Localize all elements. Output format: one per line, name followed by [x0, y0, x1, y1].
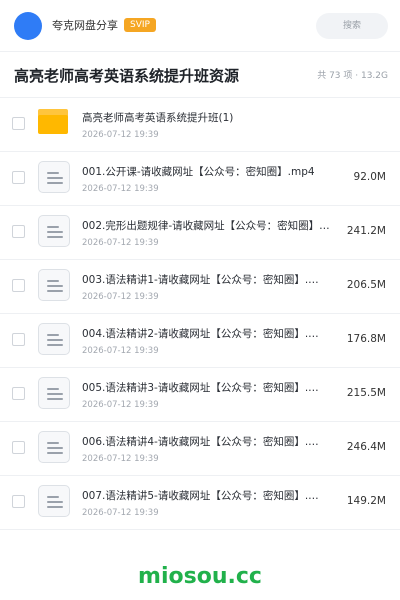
document-icon	[38, 161, 70, 193]
row-checkbox[interactable]	[12, 387, 25, 400]
file-name[interactable]: 004.语法精讲2-请收藏网址【公众号：密知圈】.…	[82, 327, 340, 342]
file-size: 92.0M	[353, 171, 386, 183]
file-name[interactable]: 003.语法精讲1-请收藏网址【公众号：密知圈】.…	[82, 273, 340, 288]
file-size: 241.2M	[346, 225, 386, 237]
file-name[interactable]: 002.完形出题规律-请收藏网址【公众号：密知圈】…	[82, 219, 340, 234]
file-row[interactable]: 003.语法精讲1-请收藏网址【公众号：密知圈】.… 2026-07-12 19…	[0, 260, 400, 314]
file-name[interactable]: 005.语法精讲3-请收藏网址【公众号：密知圈】.…	[82, 381, 340, 396]
folder-row[interactable]: 高亮老师高考英语系统提升班(1) 2026-07-12 19:39	[0, 98, 400, 152]
file-size: 246.4M	[346, 441, 386, 453]
row-checkbox[interactable]	[12, 117, 25, 130]
file-date: 2026-07-12 19:39	[82, 508, 159, 518]
file-size: 206.5M	[346, 279, 386, 291]
file-row[interactable]: 001.公开课-请收藏网址【公众号：密知圈】.mp4 2026-07-12 19…	[0, 152, 400, 206]
file-date: 2026-07-12 19:39	[82, 184, 159, 194]
file-date: 2026-07-12 19:39	[82, 400, 159, 410]
top-bar: 夸克网盘分享 SVIP	[0, 0, 400, 52]
file-name[interactable]: 高亮老师高考英语系统提升班(1)	[82, 111, 382, 126]
document-icon	[38, 377, 70, 409]
search-box[interactable]	[316, 13, 388, 39]
watermark-text: miosou.cc	[138, 564, 262, 589]
file-row[interactable]: 002.完形出题规律-请收藏网址【公众号：密知圈】… 2026-07-12 19…	[0, 206, 400, 260]
svip-badge: SVIP	[124, 18, 156, 32]
row-checkbox[interactable]	[12, 171, 25, 184]
file-name[interactable]: 007.语法精讲5-请收藏网址【公众号：密知圈】.…	[82, 489, 340, 504]
file-size: 176.8M	[346, 333, 386, 345]
file-name[interactable]: 006.语法精讲4-请收藏网址【公众号：密知圈】.…	[82, 435, 340, 450]
document-icon	[38, 215, 70, 247]
avatar[interactable]	[14, 12, 42, 40]
file-row[interactable]: 007.语法精讲5-请收藏网址【公众号：密知圈】.… 2026-07-12 19…	[0, 476, 400, 530]
file-row[interactable]: 006.语法精讲4-请收藏网址【公众号：密知圈】.… 2026-07-12 19…	[0, 422, 400, 476]
file-size: 149.2M	[346, 495, 386, 507]
page-header: 高亮老师高考英语系统提升班资源 共 73 项 · 13.2G	[0, 52, 400, 98]
document-icon	[38, 485, 70, 517]
document-icon	[38, 323, 70, 355]
row-checkbox[interactable]	[12, 279, 25, 292]
file-row[interactable]: 004.语法精讲2-请收藏网址【公众号：密知圈】.… 2026-07-12 19…	[0, 314, 400, 368]
file-date: 2026-07-12 19:39	[82, 238, 159, 248]
item-summary: 共 73 项 · 13.2G	[317, 71, 388, 81]
search-input[interactable]	[316, 13, 388, 39]
folder-icon	[38, 109, 68, 134]
page-title: 高亮老师高考英语系统提升班资源	[14, 67, 240, 85]
file-list: 高亮老师高考英语系统提升班(1) 2026-07-12 19:39 001.公开…	[0, 98, 400, 530]
document-icon	[38, 269, 70, 301]
row-checkbox[interactable]	[12, 333, 25, 346]
file-date: 2026-07-12 19:39	[82, 292, 159, 302]
row-checkbox[interactable]	[12, 225, 25, 238]
row-checkbox[interactable]	[12, 495, 25, 508]
file-row[interactable]: 005.语法精讲3-请收藏网址【公众号：密知圈】.… 2026-07-12 19…	[0, 368, 400, 422]
file-date: 2026-07-12 19:39	[82, 130, 159, 140]
file-size: 215.5M	[346, 387, 386, 399]
row-checkbox[interactable]	[12, 441, 25, 454]
file-date: 2026-07-12 19:39	[82, 346, 159, 356]
file-name[interactable]: 001.公开课-请收藏网址【公众号：密知圈】.mp4	[82, 165, 340, 180]
app-name: 夸克网盘分享	[52, 19, 118, 32]
document-icon	[38, 431, 70, 463]
file-date: 2026-07-12 19:39	[82, 454, 159, 464]
